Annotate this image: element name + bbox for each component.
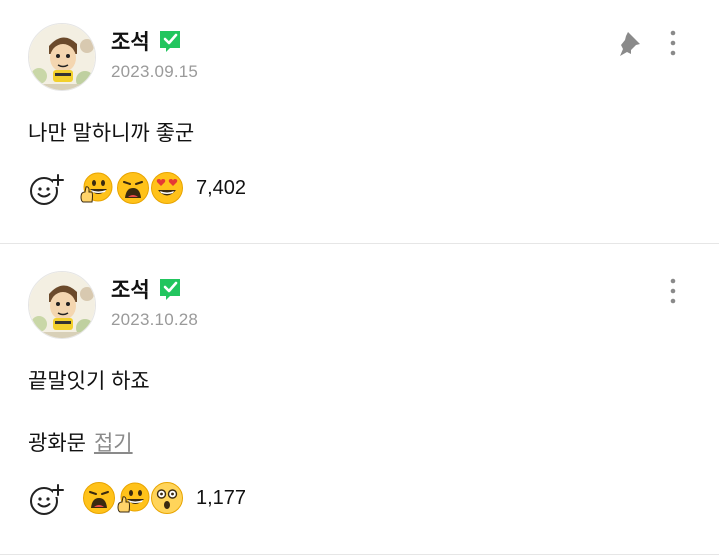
post-text: 나만 말하니까 좋군 [28, 122, 195, 145]
avatar[interactable] [28, 271, 96, 339]
heart-eyes-emoji[interactable] [150, 171, 184, 205]
surprised-emoji[interactable] [150, 481, 184, 515]
post-text: 끝말잇기 하죠 [28, 370, 150, 393]
author-name[interactable]: 조석 [111, 28, 182, 54]
thumbs-up-grin-emoji[interactable] [116, 481, 150, 515]
post-text-line-2-content: 광화문 [28, 432, 86, 455]
post-card: 조석 2023.09.15 나만 말하니까 좋군 7,402 [0, 0, 719, 243]
more-options-icon[interactable] [664, 28, 682, 58]
post-date: 2023.09.15 [111, 62, 199, 81]
add-reaction-icon[interactable] [28, 481, 64, 517]
add-reaction-icon[interactable] [28, 171, 64, 207]
author-name-text: 조석 [111, 279, 150, 302]
shocked-emoji[interactable] [82, 481, 116, 515]
post-card: 조석 2023.10.28 끝말잇기 하죠 광화문 접기 1,177 [0, 244, 719, 556]
post-date: 2023.10.28 [111, 310, 199, 329]
verified-badge-icon [158, 29, 182, 53]
shocked-emoji[interactable] [116, 171, 150, 205]
divider [0, 554, 719, 555]
reaction-count[interactable]: 1,177 [196, 487, 246, 510]
verified-badge-icon [158, 277, 182, 301]
fold-link[interactable]: 접기 [94, 432, 133, 455]
author-name[interactable]: 조석 [111, 276, 182, 302]
author-name-text: 조석 [111, 31, 150, 54]
avatar[interactable] [28, 23, 96, 91]
thumbs-up-grin-emoji[interactable] [79, 171, 113, 205]
pin-icon[interactable] [614, 30, 642, 58]
reaction-count[interactable]: 7,402 [196, 177, 246, 200]
post-text-line-2: 광화문 접기 [28, 427, 133, 457]
more-options-icon[interactable] [664, 276, 682, 306]
